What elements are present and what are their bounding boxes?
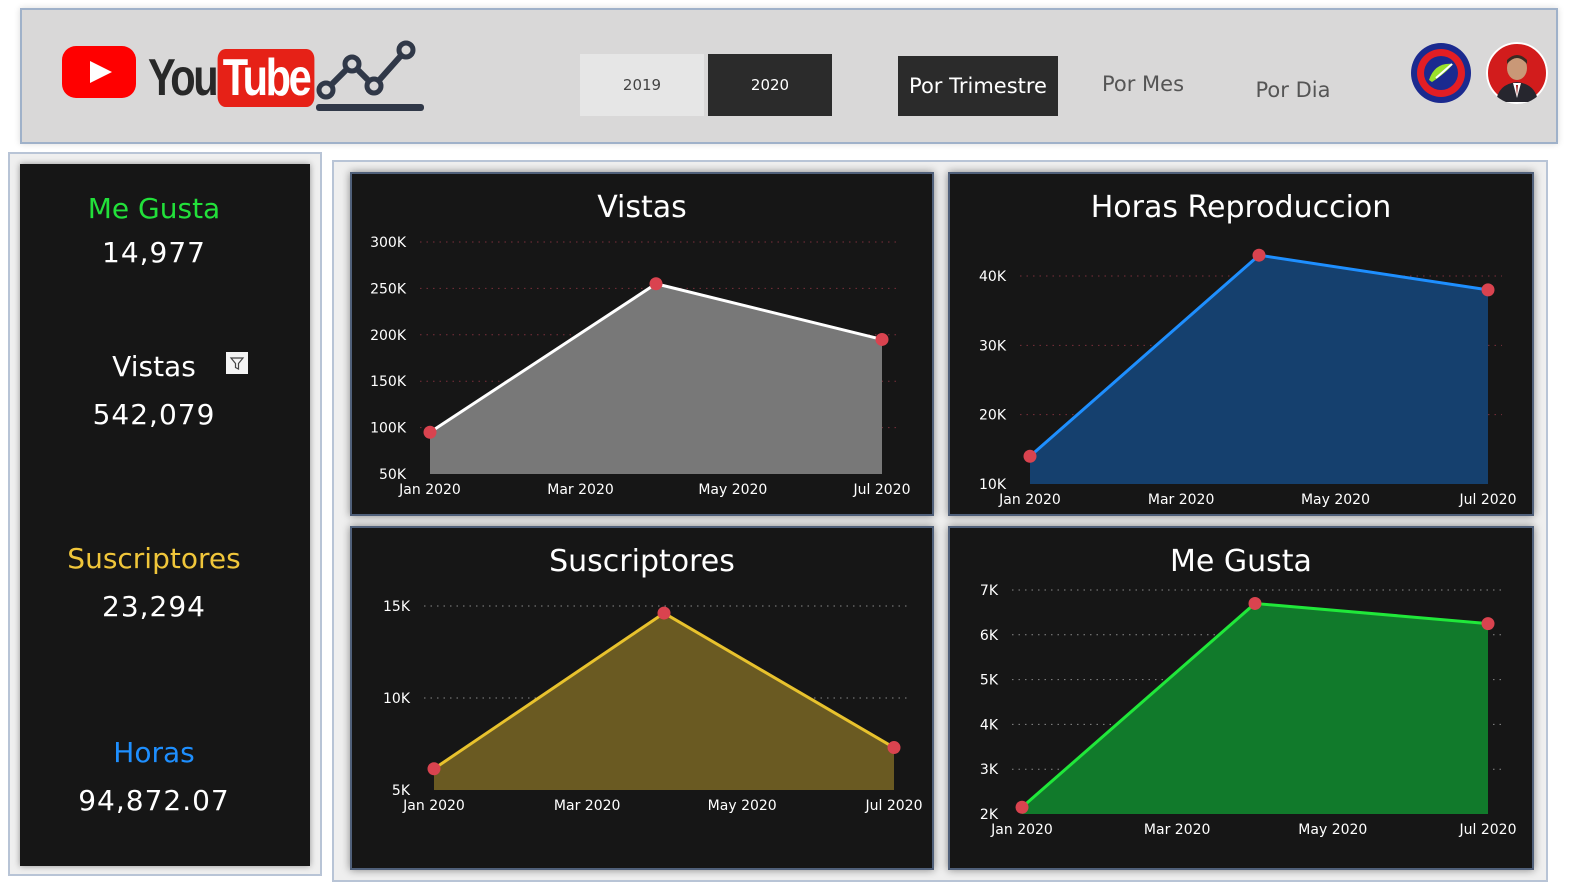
data-point	[1252, 248, 1266, 262]
period-button-por-mes[interactable]: Por Mes	[1068, 54, 1218, 114]
x-tick-label: May 2020	[698, 482, 767, 498]
x-tick-label: Jul 2020	[853, 482, 911, 498]
area-fill	[430, 283, 882, 474]
y-tick-label: 300K	[370, 235, 407, 251]
year-button-2020[interactable]: 2020	[708, 54, 832, 116]
x-tick-label: Jan 2020	[402, 798, 465, 814]
data-point	[1248, 596, 1262, 610]
youtube-wordmark-tube: Tube	[217, 49, 315, 107]
user-avatar[interactable]	[1486, 42, 1548, 104]
area-fill	[434, 613, 894, 790]
x-tick-label: Jul 2020	[1459, 822, 1517, 838]
data-point	[1023, 449, 1037, 463]
chart-horas-reproduccion-plot: 40K 30K 20K 10KJan 2020 Mar 2020 May 2020 Jul …	[979, 248, 1517, 508]
x-tick-label: May 2020	[708, 798, 777, 814]
y-tick-label: 150K	[370, 374, 407, 390]
area-fill	[1030, 255, 1488, 484]
y-tick-label: 3K	[980, 762, 999, 778]
y-tick-label: 250K	[370, 281, 407, 297]
chart-vistas: Vistas 300K 250K 200K 150K 100K 50K Jan 2020 Ma…	[350, 172, 934, 516]
chart-me-gusta-plot: 7K 6K 5K 4K 3K 2KJan 2020 Mar 2020 May 2020 Jul …	[980, 583, 1517, 838]
chart-horas-reproduccion: Horas Reproduccion 40K 30K 20K 10K Jan 2020 M…	[948, 172, 1534, 516]
area-fill	[1022, 603, 1488, 814]
x-tick-label: May 2020	[1298, 822, 1367, 838]
youtube-play-button-shape	[62, 46, 136, 98]
kpi-value-me-gusta: 14,977	[102, 236, 206, 269]
kpi-label-horas: Horas	[113, 736, 195, 769]
header-bar: You Tube 2019 2020 Por Trimestre Por Mes …	[20, 8, 1558, 144]
y-tick-label: 200K	[370, 328, 407, 344]
y-tick-label: 30K	[979, 338, 1007, 354]
chart-suscriptores: Suscriptores 15K 10K 5K Jan 2020 Mar 2020 May…	[350, 526, 934, 870]
y-tick-label: 15K	[383, 599, 411, 615]
chart-vistas-plot: 300K 250K 200K 150K 100K 50KJan 2020 Mar 2020 M…	[370, 235, 911, 498]
y-tick-label: 10K	[979, 477, 1007, 493]
y-tick-label: 4K	[980, 717, 999, 733]
kpi-value-suscriptores: 23,294	[102, 590, 206, 623]
y-tick-label: 5K	[980, 673, 999, 689]
data-point	[887, 741, 901, 755]
youtube-wordmark-you: You	[148, 49, 219, 107]
year-button-2019[interactable]: 2019	[580, 54, 704, 116]
x-tick-label: Jan 2020	[990, 822, 1053, 838]
data-point	[1481, 617, 1495, 631]
trend-line-icon	[316, 40, 424, 111]
x-tick-label: Mar 2020	[554, 798, 621, 814]
y-tick-label: 100K	[370, 421, 407, 437]
data-point	[649, 277, 663, 291]
y-tick-label: 2K	[980, 807, 999, 823]
period-button-por-trimestre[interactable]: Por Trimestre	[898, 56, 1058, 116]
youtube-wordmark: You Tube	[148, 48, 315, 108]
y-tick-label: 5K	[392, 783, 411, 799]
chart-suscriptores-plot: 15K 10K 5KJan 2020 Mar 2020 May 2020 Jul 2020	[383, 599, 923, 814]
y-tick-label: 50K	[379, 467, 407, 483]
data-point	[427, 762, 441, 776]
x-tick-label: Jul 2020	[1459, 492, 1517, 508]
data-point	[1481, 283, 1495, 297]
youtube-play-icon	[62, 46, 136, 98]
data-point	[1015, 800, 1029, 814]
filter-icon[interactable]	[226, 352, 248, 374]
x-tick-label: Jul 2020	[865, 798, 923, 814]
kpi-card: Me Gusta 14,977 Vistas 542,079 Suscripto…	[20, 164, 310, 866]
y-tick-label: 20K	[979, 408, 1007, 424]
period-button-por-dia[interactable]: Por Dia	[1218, 60, 1368, 120]
kpi-panel: Me Gusta 14,977 Vistas 542,079 Suscripto…	[8, 152, 322, 876]
y-tick-label: 40K	[979, 269, 1007, 285]
kpi-value-vistas: 542,079	[92, 398, 216, 431]
x-tick-label: Mar 2020	[1148, 492, 1215, 508]
channel-logo-avatar[interactable]	[1410, 42, 1472, 104]
kpi-value-horas: 94,872.07	[78, 784, 230, 817]
x-tick-label: May 2020	[1301, 492, 1370, 508]
x-tick-label: Jan 2020	[998, 492, 1061, 508]
kpi-label-me-gusta: Me Gusta	[87, 192, 221, 225]
x-tick-label: Mar 2020	[547, 482, 614, 498]
data-point	[423, 425, 437, 439]
x-tick-label: Jan 2020	[398, 482, 461, 498]
y-tick-label: 10K	[383, 691, 411, 707]
kpi-label-suscriptores: Suscriptores	[67, 542, 241, 575]
chart-me-gusta: Me Gusta 7K 6K 5K 4K 3K 2K Jan 2020 Mar 2020 May…	[948, 526, 1534, 870]
x-tick-label: Mar 2020	[1144, 822, 1211, 838]
y-tick-label: 7K	[980, 583, 999, 599]
data-point	[657, 606, 671, 620]
data-point	[875, 332, 889, 346]
y-tick-label: 6K	[980, 628, 999, 644]
